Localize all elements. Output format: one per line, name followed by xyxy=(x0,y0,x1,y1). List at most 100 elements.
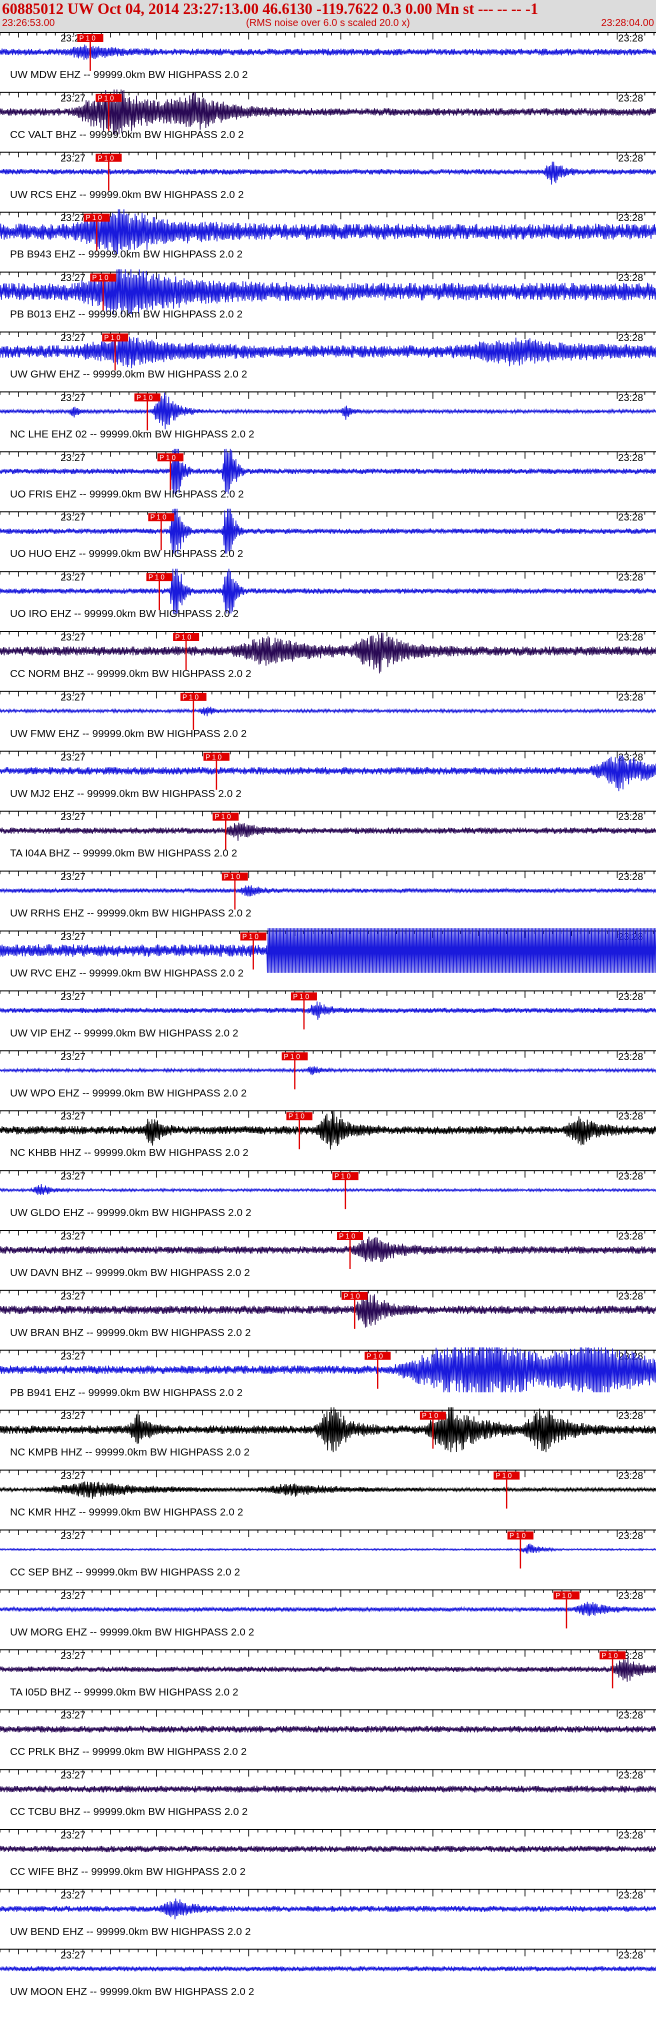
tick-label-2328: 23:28 xyxy=(618,1771,643,1782)
waveform xyxy=(0,1347,656,1393)
tick-label-2327: 23:27 xyxy=(60,153,85,164)
trace-row: 23:27 23:28 P 1.0 UW WPO EHZ -- 99999.0km B… xyxy=(0,1050,656,1099)
time-ticks xyxy=(0,332,655,339)
pick-label: P 1.0 xyxy=(150,515,166,522)
tick-label-2327: 23:27 xyxy=(60,1831,85,1842)
channel-label: CC TCBU BHZ -- 99999.0km BW HIGHPASS 2.0… xyxy=(10,1806,248,1818)
time-ticks xyxy=(0,1530,655,1537)
trace-row: 23:27 23:28 P 1.0 UW RCS EHZ -- 99999.0km B… xyxy=(0,151,656,201)
pick-label: P 1.0 xyxy=(344,1293,360,1300)
channel-label: PB B013 EHZ -- 99999.0km BW HIGHPASS 2.0… xyxy=(10,309,243,321)
trace-row: 23:27 23:28 P 1.0 NC KMPB HHZ -- 99999.0km … xyxy=(0,1407,656,1459)
trace-row: 23:27 23:28P 1.0UW MDW EHZ -- 99999.0km B… xyxy=(0,32,656,81)
tick-label-2327: 23:27 xyxy=(60,1890,85,1901)
time-ticks xyxy=(0,1889,655,1897)
tick-label-2327: 23:27 xyxy=(60,1591,85,1602)
waveform xyxy=(0,1236,656,1263)
pick-label: P 1.0 xyxy=(496,1473,512,1480)
channel-label: UW RCS EHZ -- 99999.0km BW HIGHPASS 2.0 … xyxy=(10,189,244,201)
trace-row: 23:27 23:28P 1.0UW MJ2 EHZ -- 99999.0km B… xyxy=(0,750,656,800)
waveform xyxy=(0,1543,656,1554)
tick-label-2328: 23:28 xyxy=(618,93,643,104)
waveform xyxy=(0,1183,656,1195)
pick-label: P 1.0 xyxy=(86,215,102,222)
tick-label-2327: 23:27 xyxy=(60,1172,85,1183)
waveform xyxy=(0,1407,656,1453)
time-ticks xyxy=(0,1829,655,1837)
trace-row: 23:27 23:28P 1.0PB B941 EHZ -- 99999.0km … xyxy=(0,1347,656,1399)
channel-label: NC KMPB HHZ -- 99999.0km BW HIGHPASS 2.0… xyxy=(10,1447,250,1459)
end-time: 23:28:04.00 xyxy=(601,18,654,29)
channel-label: TA I05D BHZ -- 99999.0km BW HIGHPASS 2.0… xyxy=(10,1686,239,1698)
tick-label-2328: 23:28 xyxy=(618,1831,643,1842)
trace-row: 23:27 23:28 P 1.0 NC KHBB HHZ -- 99999.0km … xyxy=(0,1110,656,1159)
pick-label: P 1.0 xyxy=(92,275,108,282)
tick-label-2328: 23:28 xyxy=(618,1172,643,1183)
waveform xyxy=(0,448,656,494)
trace-row: 23:27 23:28 UW BEND EHZ -- 99999.0km BW HI… xyxy=(0,1888,656,1938)
channel-label: UW DAVN BHZ -- 99999.0km BW HIGHPASS 2.0… xyxy=(10,1267,250,1279)
time-ticks xyxy=(0,1949,655,1957)
waveform xyxy=(0,1601,656,1617)
tick-label-2328: 23:28 xyxy=(618,213,643,224)
tick-label-2328: 23:28 xyxy=(618,333,643,344)
channel-label: CC NORM BHZ -- 99999.0km BW HIGHPASS 2.0… xyxy=(10,668,252,680)
pick-label: P 1.0 xyxy=(284,1054,300,1061)
time-ticks xyxy=(0,691,655,699)
waveform xyxy=(0,1110,656,1150)
trace-row: 23:27 23:28P 1.0PB B013 EHZ -- 99999.0km … xyxy=(0,269,656,321)
tick-label-2327: 23:27 xyxy=(60,573,85,584)
time-ticks xyxy=(0,631,655,639)
waveform xyxy=(0,1725,656,1733)
waveform xyxy=(0,335,656,369)
tick-label-2328: 23:28 xyxy=(618,1711,643,1722)
channel-label: UW RRHS EHZ -- 99999.0km BW HIGHPASS 2.0… xyxy=(10,908,252,920)
pick-label: P 1.0 xyxy=(98,155,114,162)
tick-label-2328: 23:28 xyxy=(618,1890,643,1901)
tick-label-2328: 23:28 xyxy=(618,573,643,584)
channel-label: UW MOON EHZ -- 99999.0km BW HIGHPASS 2.0… xyxy=(10,1986,254,1998)
time-ticks xyxy=(0,391,655,399)
waveform xyxy=(0,1481,656,1499)
tick-label-2328: 23:28 xyxy=(618,692,643,703)
trace-row: 23:27 23:28P 1.0UW RVC EHZ -- 99999.0km B… xyxy=(0,928,656,980)
tick-label-2327: 23:27 xyxy=(60,453,85,464)
tick-label-2328: 23:28 xyxy=(618,992,643,1003)
tick-label-2328: 23:28 xyxy=(618,1471,643,1482)
pick-label: P 1.0 xyxy=(159,455,175,462)
waveform xyxy=(0,1845,656,1853)
pick-label: P 1.0 xyxy=(288,1114,304,1121)
waveform xyxy=(0,928,656,973)
trace-row: 23:27 23:28 P 1.0 UW GLDO EHZ -- 99999.0km … xyxy=(0,1170,656,1219)
trace-row: 23:27 23:28 P 1.0 CC VALT BHZ -- 99999.0km … xyxy=(0,89,656,141)
channel-label: UW BRAN BHZ -- 99999.0km BW HIGHPASS 2.0… xyxy=(10,1327,251,1339)
waveform xyxy=(0,1291,656,1328)
tick-label-2327: 23:27 xyxy=(60,333,85,344)
channel-label: UW RVC EHZ -- 99999.0km BW HIGHPASS 2.0 … xyxy=(10,968,244,980)
channel-label: NC KMR HHZ -- 99999.0km BW HIGHPASS 2.0 … xyxy=(10,1507,243,1519)
trace-row: 23:27 23:28 P 1.0 CC SEP BHZ -- 99999.0km B… xyxy=(0,1529,656,1579)
time-ticks xyxy=(0,571,655,579)
channel-label: UW GHW EHZ -- 99999.0km BW HIGHPASS 2.0 … xyxy=(10,369,247,381)
pick-label: P 1.0 xyxy=(602,1653,618,1660)
tick-label-2327: 23:27 xyxy=(60,93,85,104)
noise-note: (RMS noise over 6.0 s scaled 20.0 x) xyxy=(246,18,410,29)
channel-label: UO IRO EHZ -- 99999.0km BW HIGHPASS 2.0 … xyxy=(10,608,239,620)
tick-label-2327: 23:27 xyxy=(60,1531,85,1542)
channel-label: CC PRLK BHZ -- 99999.0km BW HIGHPASS 2.0… xyxy=(10,1746,247,1758)
trace-row: 23:27 23:28 P 1.0 UW GHW EHZ -- 99999.0km B… xyxy=(0,331,656,381)
trace-row: 23:27 23:28 P 1.0 UW MORG EHZ -- 99999.0km … xyxy=(0,1589,656,1638)
trace-row: 23:27 23:28 P 1.0 UW BRAN BHZ -- 99999.0km … xyxy=(0,1289,656,1339)
channel-label: UW FMW EHZ -- 99999.0km BW HIGHPASS 2.0 … xyxy=(10,728,247,740)
tick-label-2327: 23:27 xyxy=(60,513,85,524)
waveform xyxy=(0,755,656,792)
tick-label-2328: 23:28 xyxy=(618,1112,643,1123)
tick-label-2327: 23:27 xyxy=(60,1351,85,1362)
waveform xyxy=(0,1001,656,1020)
trace-row: 23:27 23:28P 1.0PB B943 EHZ -- 99999.0km … xyxy=(0,209,656,261)
channel-label: NC LHE EHZ 02 -- 99999.0km BW HIGHPASS 2… xyxy=(10,428,254,440)
time-ticks xyxy=(0,1649,655,1657)
tick-label-2327: 23:27 xyxy=(60,992,85,1003)
time-ticks xyxy=(0,1230,655,1238)
time-ticks xyxy=(0,811,655,819)
